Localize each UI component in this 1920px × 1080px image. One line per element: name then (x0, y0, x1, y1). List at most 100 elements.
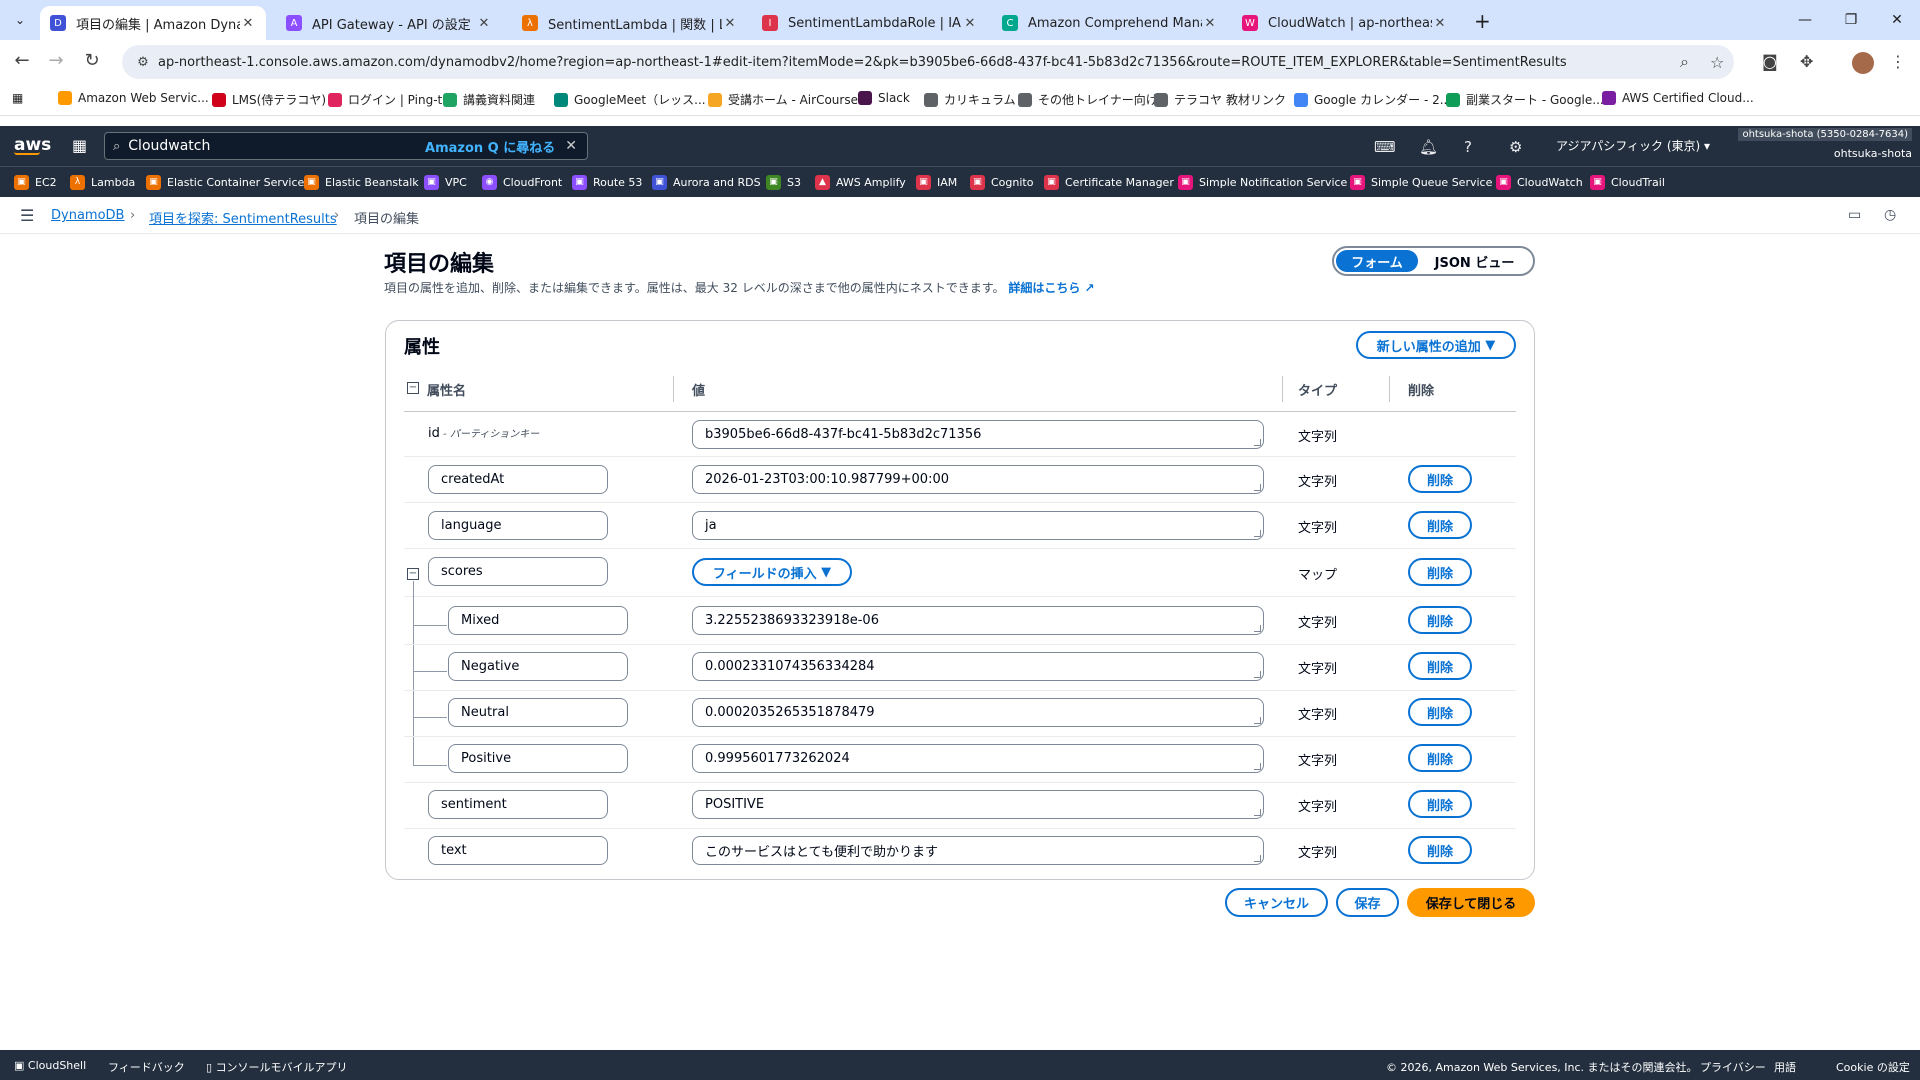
attribute-name-input[interactable]: text (428, 836, 608, 865)
bookmark-google-meet[interactable]: GoogleMeet（レッス... (554, 91, 706, 108)
attribute-value-input[interactable]: このサービスはとても便利で助かります (692, 836, 1264, 865)
attribute-value-input[interactable]: 0.0002331074356334284 (692, 652, 1264, 681)
ask-amazon-q-link[interactable]: Amazon Q に尋ねる (425, 137, 555, 156)
delete-attribute-button[interactable]: 削除 (1408, 744, 1472, 772)
bookmark-lms[interactable]: LMS(侍テラコヤ) (212, 91, 326, 108)
extensions-icon[interactable]: ✥ (1800, 52, 1813, 71)
favorite-route53[interactable]: ▣ Route 53 (572, 175, 642, 190)
learn-more-link[interactable]: 詳細はこちら ↗ (1008, 281, 1094, 295)
attribute-name-input[interactable]: scores (428, 557, 608, 586)
attribute-value-input[interactable]: 0.9995601773262024 (692, 744, 1264, 773)
bookmark-ping-t[interactable]: ログイン | Ping-t (328, 91, 442, 108)
bookmark-lecture-materials[interactable]: 講義資料関連 (443, 91, 535, 108)
display-settings-icon[interactable]: ▭ (1848, 207, 1861, 223)
collapse-all-icon[interactable]: − (407, 382, 419, 394)
favorite-lambda[interactable]: λ Lambda (70, 175, 135, 190)
json-view-button[interactable]: JSON ビュー (1418, 252, 1531, 271)
tab-search-icon[interactable]: ⌄ (8, 8, 32, 32)
delete-attribute-button[interactable]: 削除 (1408, 606, 1472, 634)
new-tab-icon[interactable]: + (1474, 9, 1491, 33)
account-menu[interactable]: ohtsuka-shota (5350-0284-7634) ohtsuka-s… (1722, 126, 1912, 160)
bookmark-aircourse[interactable]: 受講ホーム - AirCourse (708, 91, 858, 108)
bookmark-materials-link[interactable]: 教材リンク (1226, 91, 1286, 108)
settings-gear-icon[interactable]: ⚙ (1509, 138, 1522, 156)
bookmark-aws-certified[interactable]: AWS Certified Cloud... (1602, 91, 1754, 105)
aws-search-box[interactable]: ⌕ Cloudwatch Amazon Q に尋ねる ✕ (104, 132, 588, 160)
more-menu-icon[interactable]: ⋮ (1890, 52, 1906, 71)
delete-attribute-button[interactable]: 削除 (1408, 652, 1472, 680)
delete-attribute-button[interactable]: 削除 (1408, 698, 1472, 726)
camera-icon[interactable]: ◙ (1762, 52, 1778, 71)
favorite-cloudwatch[interactable]: ▣ CloudWatch (1496, 175, 1583, 190)
bookmark-folder-terakoya[interactable]: テラコヤ (1154, 91, 1222, 108)
nested-attribute-name-input[interactable]: Positive (448, 744, 628, 773)
save-button[interactable]: 保存 (1336, 888, 1399, 917)
cloudshell-icon[interactable]: ⌨ (1374, 138, 1396, 156)
favorite-cloudfront[interactable]: ◉ CloudFront (482, 175, 562, 190)
clear-search-icon[interactable]: ✕ (565, 138, 577, 154)
delete-attribute-button[interactable]: 削除 (1408, 558, 1472, 586)
forward-icon[interactable]: → (44, 50, 68, 71)
favorite-vpc[interactable]: ▣ VPC (424, 175, 467, 190)
notifications-bell-icon[interactable]: 🔔︎ (1419, 138, 1438, 156)
cancel-button[interactable]: キャンセル (1225, 888, 1328, 917)
attribute-value-input[interactable]: 0.0002035265351878479 (692, 698, 1264, 727)
delete-attribute-button[interactable]: 削除 (1408, 465, 1472, 493)
services-menu-icon[interactable]: ▦ (72, 136, 87, 155)
favorite-cognito[interactable]: ▣ Cognito (970, 175, 1033, 190)
bookmark-google-calendar[interactable]: Google カレンダー - 2... (1294, 91, 1451, 108)
bookmark-star-icon[interactable]: ☆ (1710, 53, 1724, 72)
close-window-icon[interactable]: ✕ (1874, 0, 1920, 40)
nested-attribute-name-input[interactable]: Negative (448, 652, 628, 681)
tab-lambda[interactable]: λ SentimentLambda | 関数 | Lambda ✕ (512, 6, 748, 40)
favorite-rds[interactable]: ▣ Aurora and RDS (652, 175, 761, 190)
favorite-s3[interactable]: ▣ S3 (766, 175, 801, 190)
reload-icon[interactable]: ↻ (80, 50, 104, 71)
bookmark-folder-trainers[interactable]: その他トレイナー向け (1018, 91, 1158, 108)
close-tab-icon[interactable]: ✕ (962, 16, 978, 31)
privacy-link[interactable]: プライバシー (1700, 1059, 1766, 1075)
aws-logo[interactable]: aws (14, 135, 51, 155)
favorite-iam[interactable]: ▣ IAM (916, 175, 957, 190)
form-view-button[interactable]: フォーム (1336, 250, 1418, 272)
bookmark-slack[interactable]: Slack (858, 91, 910, 105)
site-info-icon[interactable]: ⚙ (128, 55, 158, 70)
attribute-value-input[interactable]: b3905be6-66d8-437f-bc41-5b83d2c71356 (692, 420, 1264, 449)
attribute-value-input[interactable]: 2026-01-23T03:00:10.987799+00:00 (692, 465, 1264, 494)
delete-attribute-button[interactable]: 削除 (1408, 511, 1472, 539)
favorite-sns[interactable]: ▣ Simple Notification Service (1178, 175, 1347, 190)
restore-window-icon[interactable]: ❐ (1828, 0, 1874, 40)
feedback-link[interactable]: フィードバック (108, 1059, 185, 1075)
nested-attribute-name-input[interactable]: Mixed (448, 606, 628, 635)
collapse-map-icon[interactable]: − (407, 568, 419, 580)
url-text[interactable]: ap-northeast-1.console.aws.amazon.com/dy… (158, 55, 1567, 70)
attribute-value-input[interactable]: 3.2255238693323918e-06 (692, 606, 1264, 635)
nested-attribute-name-input[interactable]: Neutral (448, 698, 628, 727)
bookmark-side-job[interactable]: 副業スタート - Google... (1446, 91, 1604, 108)
help-icon[interactable]: ? (1464, 138, 1472, 156)
side-navigation-menu-icon[interactable]: ☰ (20, 206, 34, 225)
mobile-app-link[interactable]: ▯ コンソールモバイルアプリ (206, 1059, 348, 1075)
tab-iam[interactable]: I SentimentLambdaRole | IAM | Global ✕ (752, 6, 988, 40)
tab-cloudwatch[interactable]: W CloudWatch | ap-northeast-1 ✕ (1232, 6, 1458, 40)
zoom-icon[interactable]: ⌕ (1680, 52, 1689, 72)
close-tab-icon[interactable]: ✕ (476, 16, 492, 31)
tab-dynamodb[interactable]: D 項目の編集 | Amazon DynamoDB ✕ (40, 6, 266, 40)
close-tab-icon[interactable]: ✕ (1202, 16, 1218, 31)
favorite-ec2[interactable]: ▣ EC2 (14, 175, 57, 190)
attribute-name-input[interactable]: sentiment (428, 790, 608, 819)
add-new-attribute-button[interactable]: 新しい属性の追加 ▼ (1356, 331, 1516, 359)
history-icon[interactable]: ◷ (1884, 207, 1896, 223)
region-selector[interactable]: アジアパシフィック (東京) ▾ (1556, 137, 1710, 154)
save-and-close-button[interactable]: 保存して閉じる (1407, 888, 1535, 917)
apps-grid-icon[interactable]: ▦ (12, 91, 23, 105)
close-tab-icon[interactable]: ✕ (722, 16, 738, 31)
breadcrumb-dynamodb[interactable]: DynamoDB (51, 208, 124, 223)
favorite-ecs[interactable]: ▣ Elastic Container Service (146, 175, 304, 190)
delete-attribute-button[interactable]: 削除 (1408, 836, 1472, 864)
address-bar[interactable]: ⚙ ap-northeast-1.console.aws.amazon.com/… (122, 45, 1734, 79)
favorite-amplify[interactable]: ▲ AWS Amplify (815, 175, 906, 190)
bookmark-folder-curriculum[interactable]: カリキュラム (924, 91, 1016, 108)
attribute-value-input[interactable]: ja (692, 511, 1264, 540)
cookie-settings-link[interactable]: Cookie の設定 (1836, 1059, 1910, 1075)
